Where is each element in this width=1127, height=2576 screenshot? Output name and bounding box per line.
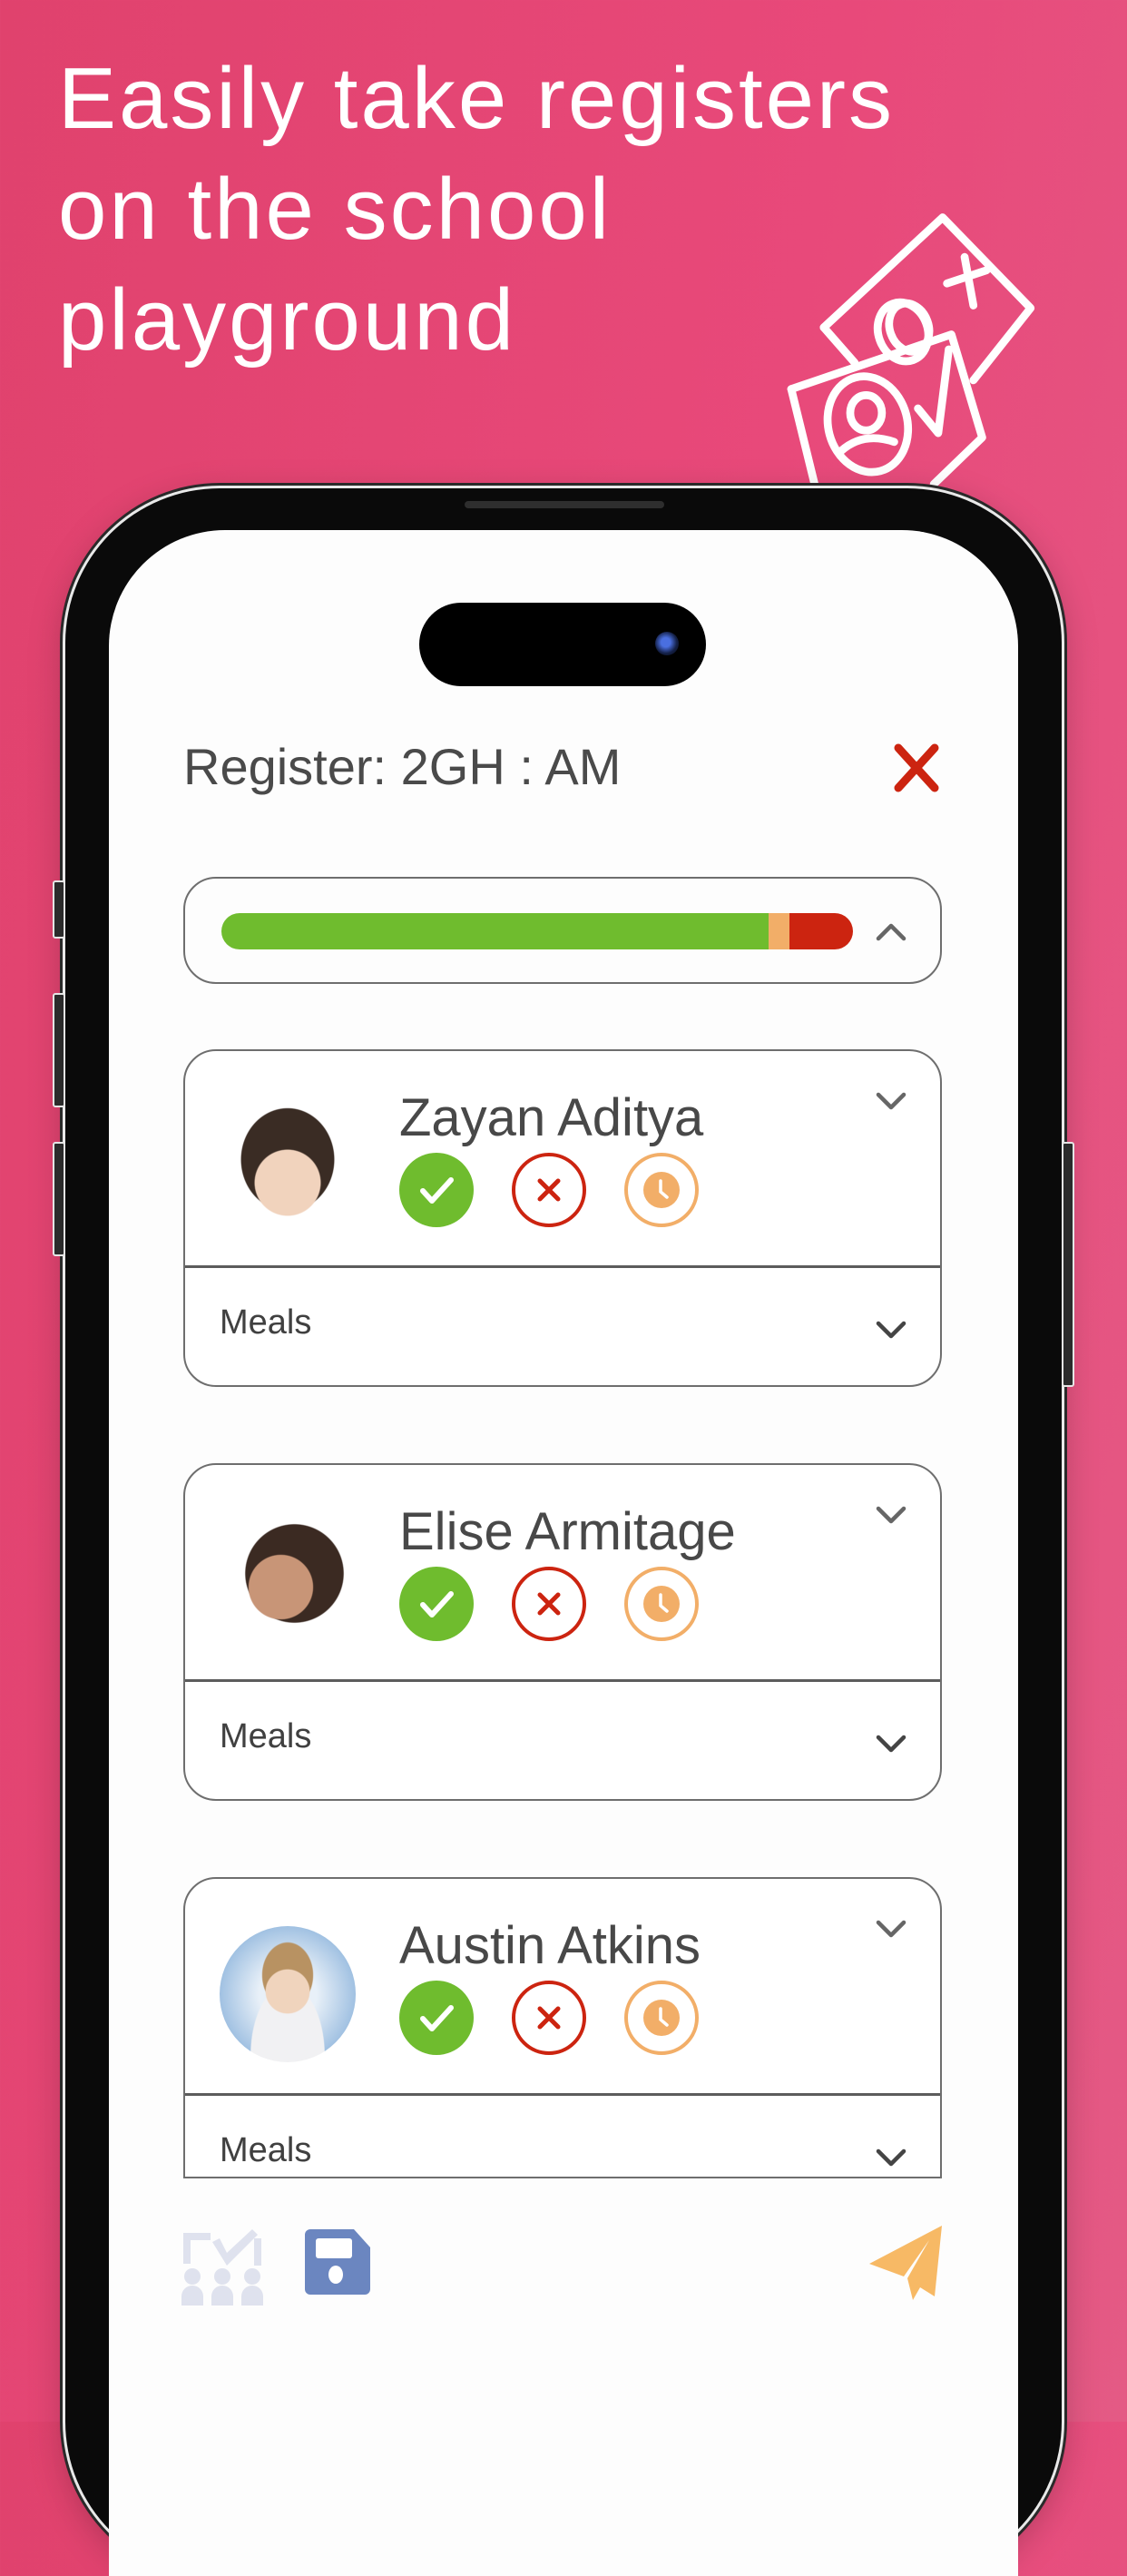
progress-segment-present	[221, 913, 769, 949]
progress-segment-late	[769, 913, 790, 949]
meals-label: Meals	[220, 1303, 312, 1342]
absent-button[interactable]	[512, 1981, 586, 2055]
check-icon	[420, 1591, 454, 1617]
bottom-toolbar	[109, 2191, 1018, 2318]
attendance-progress-bar	[221, 913, 853, 949]
action-button	[53, 880, 65, 939]
chevron-down-icon[interactable]	[869, 1906, 913, 1950]
absent-button[interactable]	[512, 1153, 586, 1227]
student-avatar	[220, 1926, 356, 2062]
cross-icon	[537, 1178, 561, 1202]
status-buttons	[399, 1567, 699, 1641]
status-buttons	[399, 1981, 699, 2055]
check-icon	[420, 1177, 454, 1204]
check-icon	[420, 2005, 454, 2031]
meals-label: Meals	[220, 1717, 312, 1755]
student-name: Elise Armitage	[399, 1502, 736, 1561]
camera-icon	[655, 632, 679, 655]
chevron-down-icon	[876, 1735, 906, 1753]
register-cards-icon	[787, 213, 1035, 490]
meals-dropdown[interactable]: Meals	[185, 1267, 940, 1385]
dynamic-island	[419, 603, 706, 686]
speaker-grille	[465, 501, 664, 508]
student-name: Austin Atkins	[399, 1916, 701, 1975]
student-card: Zayan Aditya Meals	[183, 1049, 942, 1387]
late-button[interactable]	[624, 1153, 699, 1227]
chevron-up-icon[interactable]	[869, 909, 913, 953]
mark-all-present-icon[interactable]	[181, 2227, 263, 2306]
student-avatar	[220, 1512, 356, 1648]
late-button[interactable]	[624, 1981, 699, 2055]
cross-icon	[537, 2006, 561, 2030]
clock-icon	[643, 2000, 680, 2036]
register-title: Register: 2GH : AM	[183, 738, 622, 795]
late-button[interactable]	[624, 1567, 699, 1641]
power-button	[1062, 1142, 1074, 1387]
absent-button[interactable]	[512, 1567, 586, 1641]
attendance-summary[interactable]	[183, 877, 942, 984]
chevron-down-icon	[876, 1321, 906, 1339]
status-buttons	[399, 1153, 699, 1227]
present-button[interactable]	[399, 1567, 474, 1641]
app-screen: Register: 2GH : AM Zayan Aditya Meals El…	[109, 530, 1018, 2576]
close-icon[interactable]	[887, 739, 946, 797]
present-button[interactable]	[399, 1153, 474, 1227]
chevron-down-icon[interactable]	[869, 1492, 913, 1536]
header: Register: 2GH : AM	[183, 721, 946, 802]
student-card: Austin Atkins Meals	[183, 1877, 942, 2178]
student-avatar	[220, 1098, 356, 1234]
headline-line-2: on the school	[58, 161, 612, 258]
headline-line-3: playground	[58, 271, 517, 369]
chevron-down-icon	[876, 2148, 906, 2167]
clock-icon	[643, 1172, 680, 1208]
progress-segment-absent	[789, 913, 853, 949]
headline-line-1: Easily take registers	[58, 50, 895, 147]
save-icon[interactable]	[303, 2227, 372, 2296]
meals-dropdown[interactable]: Meals	[185, 1681, 940, 1799]
student-name: Zayan Aditya	[399, 1088, 704, 1147]
send-icon[interactable]	[866, 2224, 944, 2302]
student-card: Elise Armitage Meals	[183, 1463, 942, 1801]
phone-frame: Register: 2GH : AM Zayan Aditya Meals El…	[53, 488, 1074, 2576]
volume-up-button	[53, 993, 65, 1107]
cross-icon	[537, 1592, 561, 1616]
volume-down-button	[53, 1142, 65, 1256]
meals-label: Meals	[220, 2131, 312, 2169]
present-button[interactable]	[399, 1981, 474, 2055]
clock-icon	[643, 1586, 680, 1622]
chevron-down-icon[interactable]	[869, 1078, 913, 1122]
